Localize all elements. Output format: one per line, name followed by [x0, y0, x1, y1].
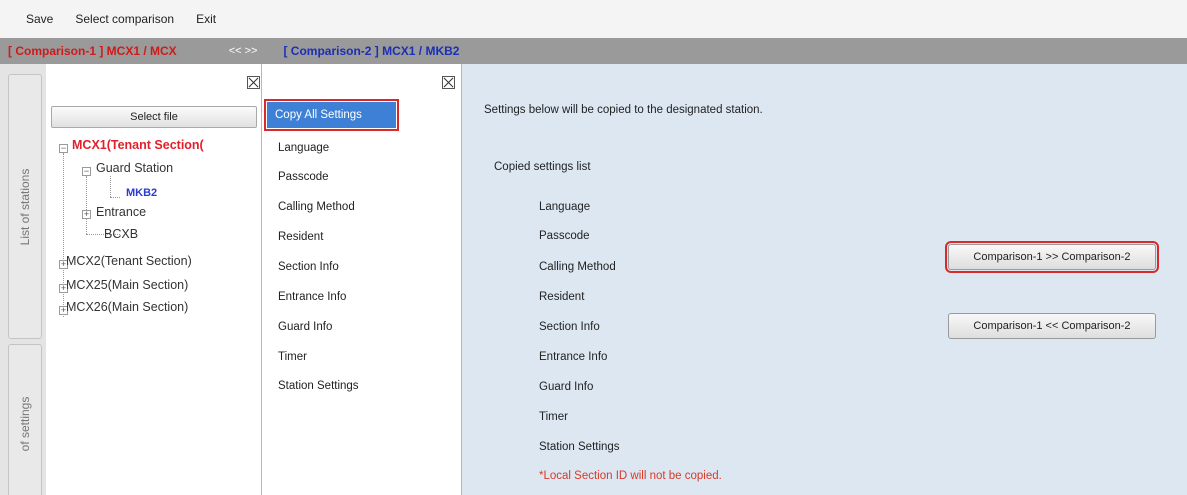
tab-list-of-stations-label: List of stations [18, 168, 32, 245]
close-icon[interactable] [442, 76, 455, 89]
menu-bar: Save Select comparison Exit [0, 0, 1187, 38]
copy-forward-button[interactable]: Comparison-1 >> Comparison-2 [945, 241, 1159, 273]
select-file-button[interactable]: Select file [51, 106, 257, 128]
tree-line [86, 176, 87, 234]
side-tab-strip: List of stations of settings [0, 64, 46, 495]
settings-list-panel: Copy All Settings Language Passcode Call… [262, 64, 462, 495]
comparison-2-label: [ Comparison-2 ] MCX1 / MKB2 [283, 44, 460, 58]
tree-node-mcx26[interactable]: MCX26(Main Section) [66, 300, 188, 314]
settings-item-calling-method[interactable]: Calling Method [278, 201, 355, 213]
copied-item-resident: Resident [539, 291, 585, 303]
menu-save[interactable]: Save [26, 12, 53, 26]
settings-item-station-settings[interactable]: Station Settings [278, 380, 359, 392]
copy-backward-button[interactable]: Comparison-1 << Comparison-2 [948, 313, 1156, 339]
menu-select-comparison[interactable]: Select comparison [75, 12, 174, 26]
settings-item-timer[interactable]: Timer [278, 351, 307, 363]
tree-node-mcx1[interactable]: MCX1(Tenant Section( [72, 138, 204, 152]
menu-exit[interactable]: Exit [196, 12, 216, 26]
stations-panel: Select file − MCX1(Tenant Section( − Gua… [46, 64, 262, 495]
settings-item-section-info[interactable]: Section Info [278, 261, 339, 273]
copied-item-entrance-info: Entrance Info [539, 351, 608, 363]
swap-comparison-button[interactable]: << >> [229, 45, 258, 57]
copied-item-passcode: Passcode [539, 230, 590, 242]
settings-item-guard-info[interactable]: Guard Info [278, 321, 332, 333]
collapse-icon[interactable]: − [59, 144, 68, 153]
tab-list-of-settings[interactable]: of settings [8, 344, 42, 495]
tree-node-mcx25[interactable]: MCX25(Main Section) [66, 278, 188, 292]
copied-item-calling-method: Calling Method [539, 261, 616, 273]
local-section-note: *Local Section ID will not be copied. [539, 470, 722, 482]
copy-panel-header: Settings below will be copied to the des… [484, 104, 763, 116]
tree-node-bcxb[interactable]: BCXB [104, 227, 138, 241]
tree-node-guard-station[interactable]: Guard Station [96, 161, 173, 175]
tree-node-entrance[interactable]: Entrance [96, 205, 146, 219]
copy-settings-panel: Settings below will be copied to the des… [462, 64, 1187, 495]
close-icon[interactable] [247, 76, 260, 89]
copied-item-section-info: Section Info [539, 321, 600, 333]
comparison-bar: [ Comparison-1 ] MCX1 / MCX << >> [ Comp… [0, 38, 1187, 64]
tree-line [110, 176, 111, 197]
tree-line [110, 197, 120, 198]
copied-item-timer: Timer [539, 411, 568, 423]
settings-item-language[interactable]: Language [278, 142, 329, 154]
expand-icon[interactable]: + [82, 210, 91, 219]
settings-item-entrance-info[interactable]: Entrance Info [278, 291, 346, 303]
settings-item-passcode[interactable]: Passcode [278, 171, 329, 183]
copied-item-language: Language [539, 201, 591, 213]
collapse-icon[interactable]: − [82, 167, 91, 176]
tree-node-mcx2[interactable]: MCX2(Tenant Section) [66, 254, 192, 268]
copied-item-station-settings: Station Settings [539, 441, 620, 453]
tab-list-of-stations[interactable]: List of stations [8, 74, 42, 339]
comparison-1-label: [ Comparison-1 ] MCX1 / MCX [8, 44, 177, 58]
copied-item-guard-info: Guard Info [539, 381, 594, 393]
copied-settings-title: Copied settings list [494, 161, 591, 173]
settings-item-resident[interactable]: Resident [278, 231, 323, 243]
copy-all-settings-label: Copy All Settings [267, 102, 396, 128]
tab-list-of-settings-label: of settings [18, 396, 32, 452]
tree-node-mkb2[interactable]: MKB2 [126, 187, 157, 199]
copy-all-settings-item[interactable]: Copy All Settings [264, 99, 399, 131]
